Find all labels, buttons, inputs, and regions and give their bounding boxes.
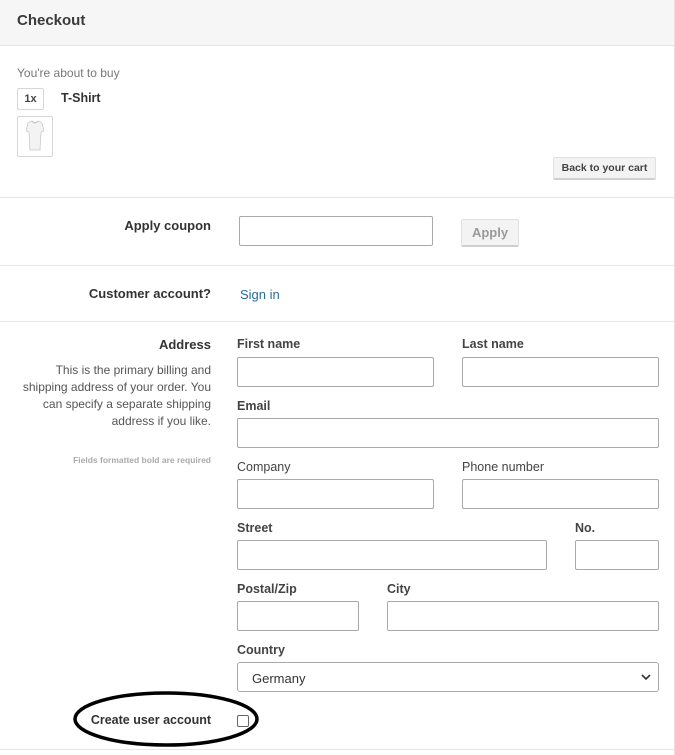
required-fields-note: Fields formatted bold are required — [73, 455, 211, 465]
country-select[interactable]: Germany — [237, 662, 659, 692]
divider — [0, 321, 674, 322]
item-name: T-Shirt — [61, 91, 101, 105]
address-label: Address — [158, 337, 211, 352]
company-label: Company — [237, 460, 291, 474]
number-field[interactable] — [575, 540, 659, 570]
customer-account-label: Customer account? — [88, 286, 211, 301]
street-label: Street — [237, 521, 273, 535]
coupon-label: Apply coupon — [124, 218, 211, 233]
back-to-cart-button[interactable]: Back to your cart — [553, 157, 656, 180]
street-field[interactable] — [237, 540, 547, 570]
phone-label: Phone number — [462, 460, 545, 474]
last-name-field[interactable] — [462, 357, 659, 387]
page-title: Checkout — [17, 12, 86, 29]
city-label: City — [387, 582, 411, 596]
last-name-label: Last name — [462, 337, 524, 351]
phone-field[interactable] — [462, 479, 659, 509]
email-label: Email — [237, 399, 271, 413]
summary-intro: You're about to buy — [17, 66, 120, 80]
number-label: No. — [575, 521, 596, 535]
divider — [0, 749, 674, 750]
coupon-input[interactable] — [239, 216, 433, 246]
postal-field[interactable] — [237, 601, 359, 631]
item-quantity-badge: 1x — [17, 88, 44, 110]
apply-coupon-button[interactable]: Apply — [461, 219, 519, 247]
tshirt-thumbnail — [17, 116, 53, 157]
first-name-field[interactable] — [237, 357, 434, 387]
email-field[interactable] — [237, 418, 659, 448]
postal-label: Postal/Zip — [237, 582, 297, 596]
tshirt-icon — [25, 120, 45, 151]
divider — [0, 265, 674, 266]
company-field[interactable] — [237, 479, 434, 509]
city-field[interactable] — [387, 601, 659, 631]
chevron-down-icon — [641, 674, 651, 681]
checkout-header: Checkout — [0, 0, 674, 46]
divider — [0, 197, 674, 198]
first-name-label: First name — [237, 337, 301, 351]
address-description: This is the primary billing and shipping… — [22, 363, 211, 428]
country-select-value: Germany — [252, 671, 306, 686]
annotation-ellipse — [73, 691, 259, 747]
country-label: Country — [237, 643, 285, 657]
sign-in-link[interactable]: Sign in — [240, 287, 280, 302]
